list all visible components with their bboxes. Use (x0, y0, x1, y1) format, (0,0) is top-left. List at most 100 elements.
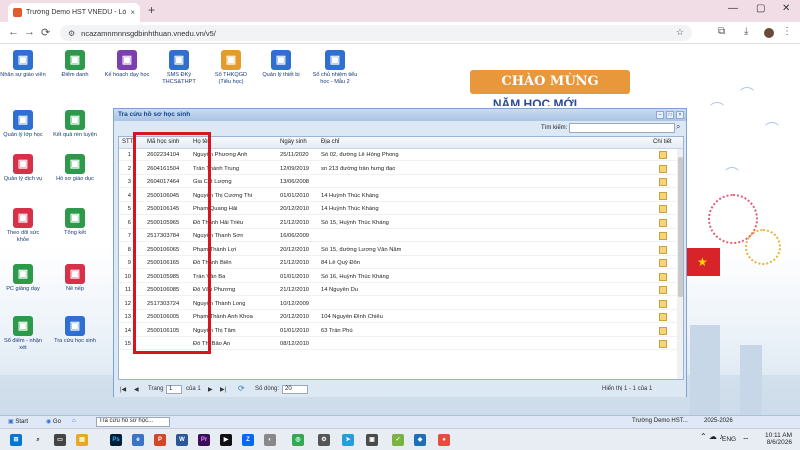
home-icon[interactable]: ⌂ (72, 418, 76, 424)
desktop-icon[interactable]: ▣ Kết quả rèn luyện (52, 110, 98, 139)
address-cell: 104 Nguyễn Đình Chiểu (321, 314, 383, 320)
first-page-button[interactable]: |◀ (120, 386, 126, 393)
bookmark-star-icon[interactable]: ☆ (676, 27, 684, 38)
start-button[interactable]: ▣ Start (8, 418, 28, 425)
zalo-icon[interactable]: Z (242, 434, 254, 446)
desktop-icon[interactable]: ▣ Tổng kết (52, 208, 98, 237)
desktop-icon[interactable]: ▣ Quản lý lớp học (0, 110, 46, 139)
telegram-icon[interactable]: ➤ (342, 434, 354, 446)
desktop-icon[interactable]: ▣ PC giảng dạy (0, 264, 46, 293)
chrome-icon[interactable]: ◎ (292, 434, 304, 446)
back-icon[interactable]: ← (8, 26, 19, 38)
details-icon[interactable] (659, 218, 667, 227)
desktop-icon[interactable]: ▣ Hồ sơ giáo dục (52, 154, 98, 183)
details-icon[interactable] (659, 151, 667, 159)
details-icon[interactable] (659, 286, 667, 294)
address-bar[interactable]: ⚙ ncazamnmnnsgdbinhthuan.vnedu.vn/v5/ ☆ (60, 25, 692, 41)
windows-start-icon[interactable]: ⊞ (10, 434, 22, 446)
school-selector[interactable]: Trường Demo HST... (632, 418, 688, 424)
desktop-icon[interactable]: ▣ SMS ĐKý THCS&THPT (156, 50, 202, 85)
details-icon[interactable] (659, 313, 667, 321)
file-explorer-icon[interactable]: ▤ (76, 434, 88, 446)
details-icon[interactable] (659, 326, 667, 335)
desktop-icon-label: Nề nếp (65, 286, 85, 292)
browser-menu-icon[interactable]: ⋮ (782, 26, 792, 37)
last-page-button[interactable]: ▶| (220, 386, 226, 393)
task-view-icon[interactable]: ▭ (54, 434, 66, 446)
word-icon[interactable]: W (176, 434, 188, 446)
close-window-button[interactable]: ✕ (782, 3, 790, 14)
prev-page-button[interactable]: ◀ (134, 386, 139, 393)
edge-icon[interactable]: e (132, 434, 144, 446)
open-window-task[interactable]: Tra cứu hồ sơ học... (96, 417, 170, 427)
app-icon[interactable]: ▣ (366, 434, 378, 446)
tab-close-icon[interactable]: × (130, 8, 135, 17)
details-icon[interactable] (659, 299, 667, 308)
desktop-icon[interactable]: ▣ Tra cứu học sinh (52, 316, 98, 345)
desktop-icon[interactable]: ▣ Nề nếp (52, 264, 98, 293)
clock[interactable]: 10:11 AM 8/6/2026 (758, 432, 792, 446)
details-icon[interactable] (659, 205, 667, 213)
desktop-icon-label: Kết quả rèn luyện (53, 132, 97, 138)
bird-icon: ⌒ (725, 166, 739, 182)
search-input[interactable] (569, 123, 675, 133)
new-tab-button[interactable]: + (148, 3, 155, 17)
details-icon[interactable] (659, 340, 667, 348)
dialog-maximize-button[interactable]: □ (666, 111, 674, 119)
details-icon[interactable] (659, 178, 667, 186)
desktop-icon[interactable]: ▣ Kế hoạch dạy học (104, 50, 150, 79)
scrollbar-thumb[interactable] (678, 157, 683, 297)
network-icon[interactable]: ⌔ (742, 436, 750, 446)
details-icon[interactable] (659, 232, 667, 240)
page-number-input[interactable]: 1 (166, 385, 182, 394)
desktop-icon[interactable]: ▣ Sổ điểm - nhận xét (0, 316, 46, 351)
desktop-icon[interactable]: ▣ Theo dõi sức khỏe (0, 208, 46, 243)
search-taskbar-icon[interactable]: ⌕ (32, 434, 44, 446)
site-info-icon[interactable]: ⚙ (68, 29, 75, 38)
download-icon[interactable]: ⤓ (744, 26, 748, 37)
settings-icon[interactable]: ⚙ (318, 434, 330, 446)
minimize-button[interactable]: — (728, 3, 738, 14)
column-header-details[interactable]: Chi tiết (653, 139, 672, 145)
details-icon[interactable] (659, 272, 667, 281)
column-header-address[interactable]: Địa chỉ (321, 139, 339, 145)
rows-per-page-select[interactable]: 20 (282, 385, 308, 394)
extensions-icon[interactable]: ⧉ (718, 26, 725, 37)
forward-icon[interactable]: → (24, 26, 35, 38)
desktop-icon[interactable]: ▣ Nhân sự giáo viên (0, 50, 46, 79)
refresh-icon[interactable]: ⟳ (238, 384, 245, 393)
dialog-minimize-button[interactable]: – (656, 111, 664, 119)
app-icon[interactable]: ◆ (414, 434, 426, 446)
column-header-stt[interactable]: STT (122, 139, 133, 145)
premiere-icon[interactable]: Pr (198, 434, 210, 446)
profile-avatar[interactable] (764, 28, 774, 38)
media-app-icon[interactable]: ▶ (220, 434, 232, 446)
desktop-icon[interactable]: ▣ Sổ THKQGD (Tiểu học) (208, 50, 254, 85)
app-icon[interactable]: ✓ (392, 434, 404, 446)
details-icon[interactable] (659, 245, 667, 254)
dialog-titlebar[interactable]: Tra cứu hồ sơ học sinh – □ × (114, 109, 686, 121)
desktop-icon[interactable]: ▣ Điểm danh (52, 50, 98, 79)
app-icon[interactable]: ◐ (264, 434, 276, 446)
table-scrollbar[interactable] (677, 149, 683, 379)
language-indicator[interactable]: ENG (722, 436, 736, 443)
photoshop-icon[interactable]: Ps (110, 434, 122, 446)
reload-icon[interactable]: ⟳ (41, 26, 50, 39)
desktop-icon[interactable]: ▣ Quản lý thiết bị (258, 50, 304, 79)
details-icon[interactable] (659, 164, 667, 173)
maximize-button[interactable]: ▢ (756, 3, 765, 14)
browser-tab[interactable]: Trường Demo HST VNEDU - Lớ × (8, 3, 140, 22)
desktop-icon[interactable]: ▣ Quản lý dịch vụ (0, 154, 46, 183)
details-icon[interactable] (659, 259, 667, 267)
search-icon[interactable]: ⌕ (676, 122, 680, 132)
app-icon[interactable]: ● (438, 434, 450, 446)
powerpoint-icon[interactable]: P (154, 434, 166, 446)
school-year-selector[interactable]: 2025-2026 (704, 418, 733, 424)
dialog-close-button[interactable]: × (676, 111, 684, 119)
column-header-dob[interactable]: Ngày sinh (280, 139, 307, 145)
tray-icons[interactable]: ⌃ ☁ ♪ (700, 432, 723, 441)
details-icon[interactable] (659, 191, 667, 200)
go-button[interactable]: ◉ Go (46, 418, 61, 425)
desktop-icon[interactable]: ▣ Sổ chủ nhiệm tiểu học - Mẫu 2 (312, 50, 358, 85)
next-page-button[interactable]: ▶ (208, 386, 213, 393)
